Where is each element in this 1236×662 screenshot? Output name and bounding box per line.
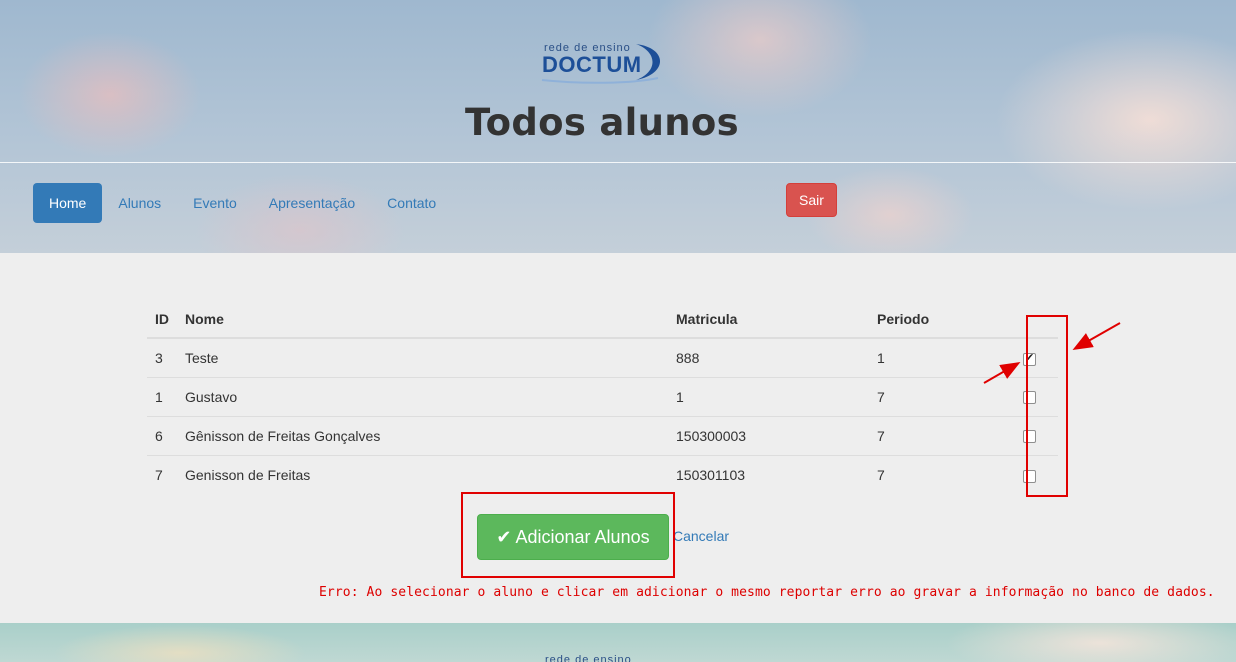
annotation-arrow-left xyxy=(983,362,1021,384)
page-footer: rede de ensino xyxy=(0,623,1236,662)
annotation-arrow-right xyxy=(1072,322,1121,350)
footer-logo-tagline: rede de ensino xyxy=(545,654,632,662)
annotation-arrows xyxy=(983,322,1121,384)
